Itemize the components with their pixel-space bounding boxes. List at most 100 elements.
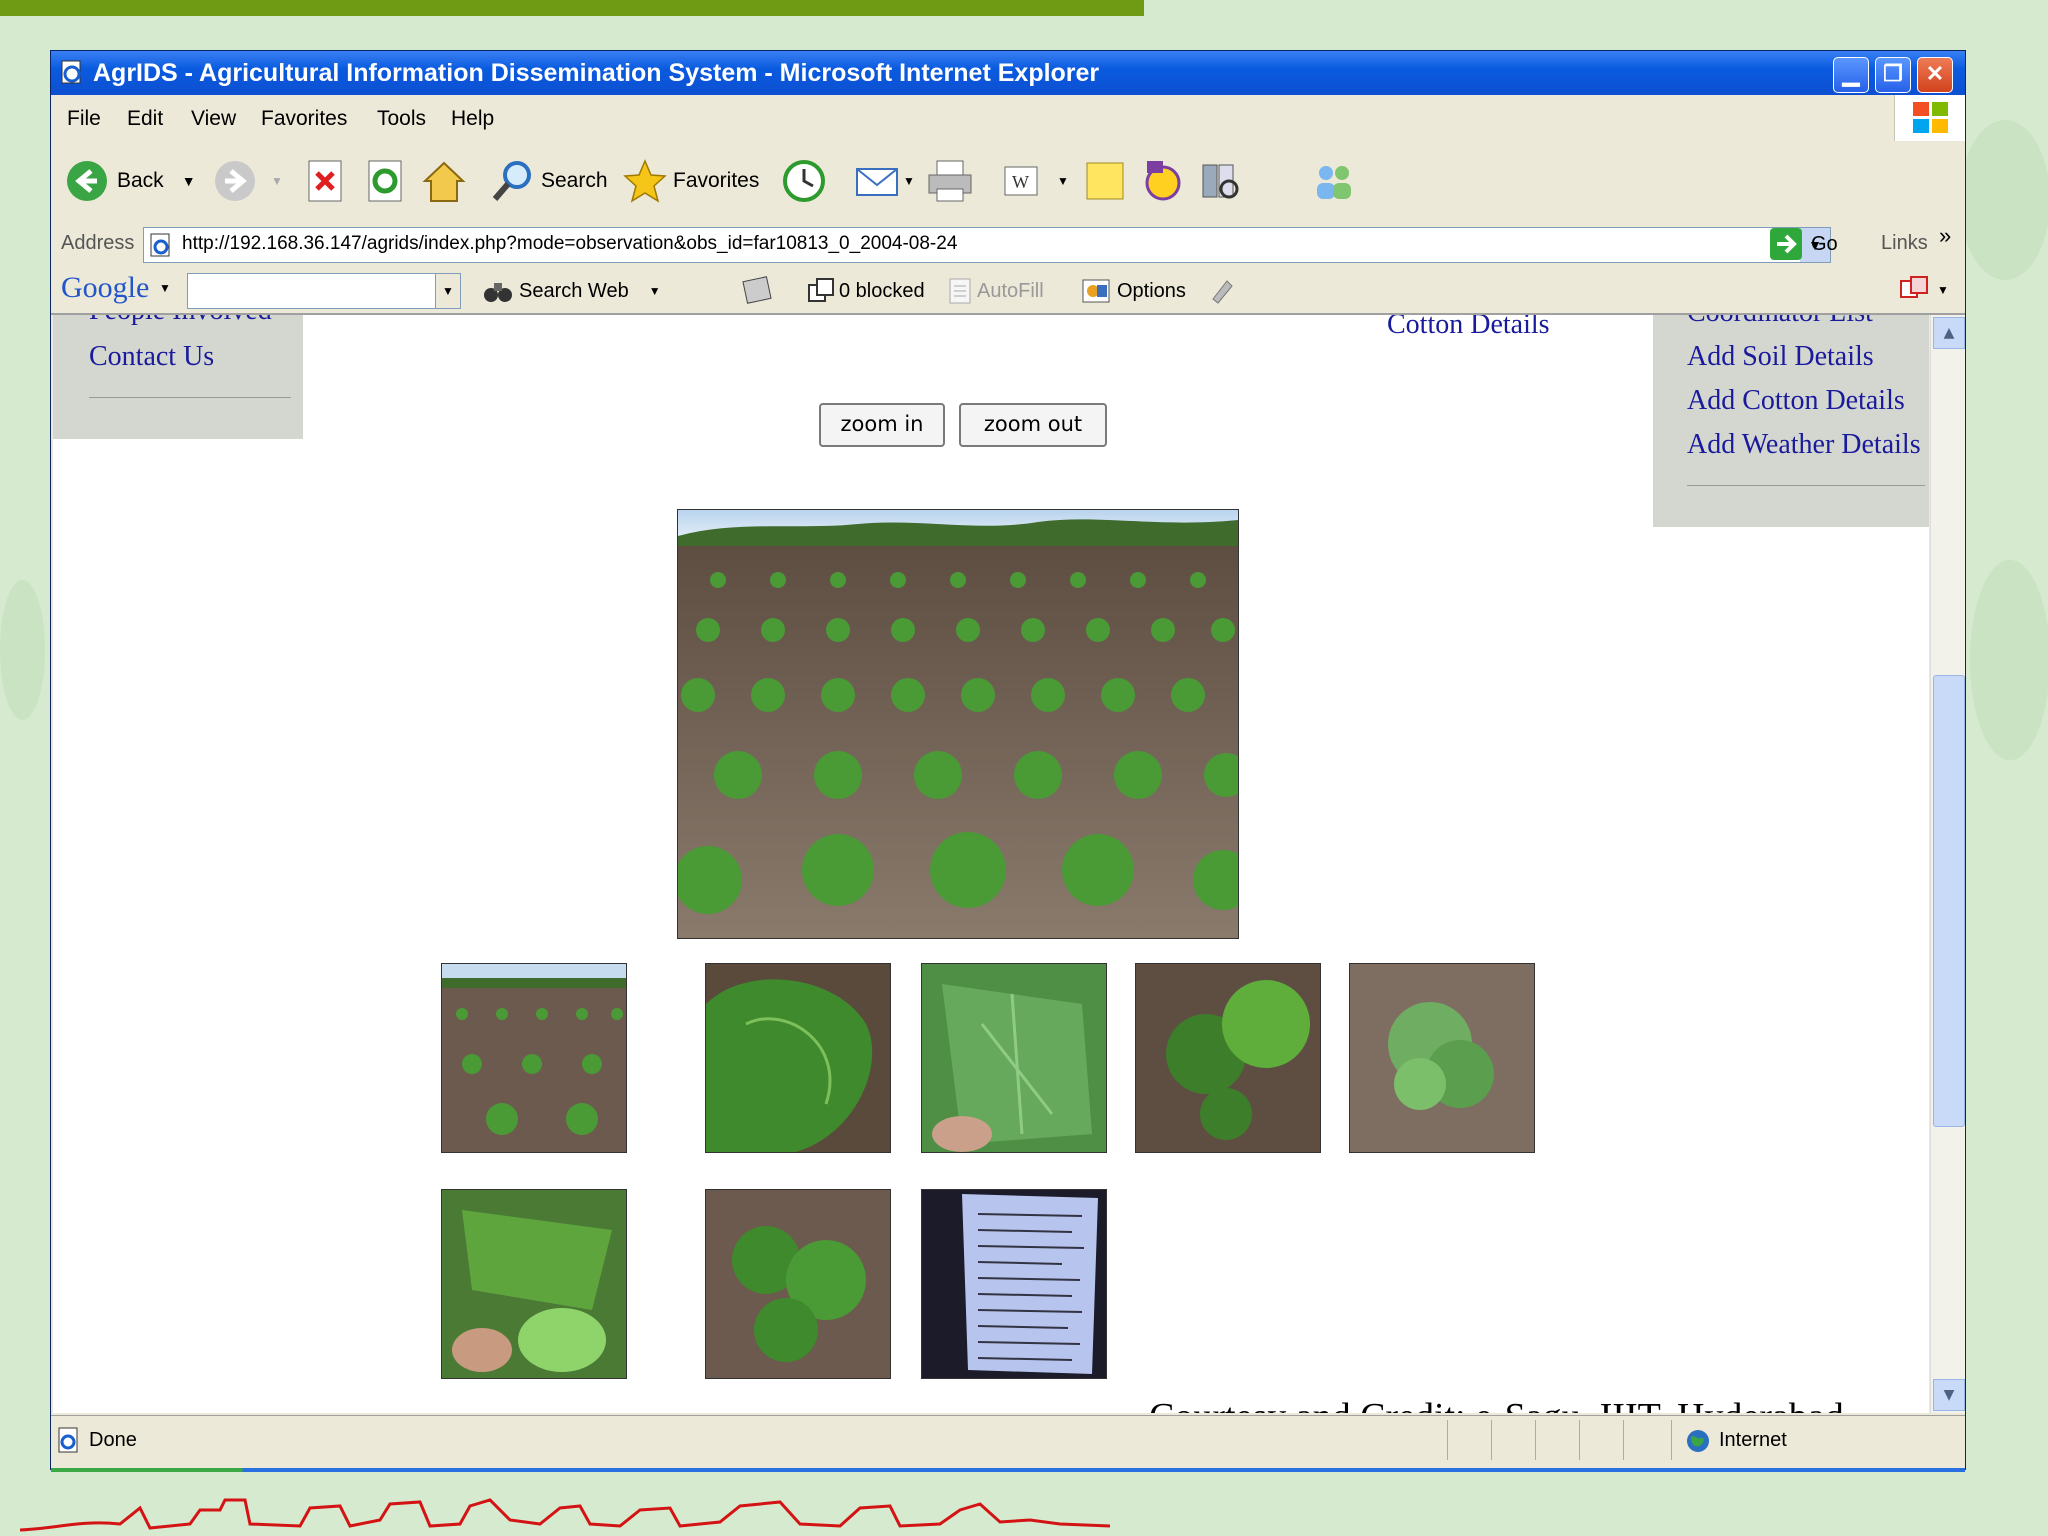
settings-dropdown-icon[interactable]: ▼ [1937, 283, 1949, 297]
nav-add-cotton-details[interactable]: Add Cotton Details [1687, 385, 1905, 417]
zoom-in-button[interactable]: zoom in [819, 403, 945, 447]
menu-favorites[interactable]: Favorites [261, 107, 347, 131]
google-search-input[interactable]: ▼ [187, 273, 461, 309]
thumbnail-7[interactable] [705, 1189, 891, 1379]
nav-contact-us[interactable]: Contact Us [89, 341, 214, 373]
research-button[interactable] [1199, 159, 1243, 203]
status-divider [1579, 1420, 1580, 1460]
print-button[interactable] [927, 159, 973, 203]
minimize-button[interactable]: ▁ [1833, 57, 1869, 93]
menu-file[interactable]: File [67, 107, 101, 131]
mail-icon [856, 168, 898, 196]
leaf-closeup-image [706, 964, 890, 1152]
edit-dropdown-icon[interactable]: ▼ [1057, 174, 1069, 188]
credit-text: Courtesy and Credit: e-Sagu, IIIT, Hyder… [1149, 1395, 1844, 1413]
nav-coordinator-list[interactable]: Coordinator List [1687, 315, 1873, 329]
popup-blocker-button[interactable]: 0 blocked [807, 277, 925, 305]
window-title: AgrIDS - Agricultural Information Dissem… [93, 59, 1100, 87]
forward-button[interactable]: ▼ [213, 159, 283, 203]
boll-in-hand-image [442, 1190, 626, 1378]
discuss-button[interactable] [1083, 159, 1127, 203]
popup-blocker-icon [808, 278, 834, 302]
main-photo [677, 509, 1239, 939]
field-thumbnail-image [442, 964, 626, 1152]
thumbnail-8[interactable] [921, 1189, 1107, 1379]
scroll-thumb[interactable] [1933, 675, 1965, 1127]
menu-view[interactable]: View [191, 107, 236, 131]
right-navigation: Coordinator List Add Soil Details Add Co… [1653, 315, 1929, 527]
menu-edit[interactable]: Edit [127, 107, 163, 131]
vertical-scrollbar[interactable]: ▲ ▼ [1930, 315, 1965, 1413]
research-icon [1202, 164, 1239, 199]
people-icon [1317, 166, 1351, 199]
forward-dropdown-icon[interactable]: ▼ [271, 174, 283, 188]
plant-overhead-image [706, 1190, 890, 1378]
status-divider [1447, 1420, 1448, 1460]
page-content: People Involved Contact Us Cotton Detail… [53, 315, 1929, 1413]
binoculars-icon [484, 283, 512, 302]
nav-people-involved[interactable]: People Involved [89, 315, 272, 327]
thumbnail-1[interactable] [441, 963, 627, 1153]
messenger-button[interactable] [1141, 159, 1185, 203]
links-chevron-icon[interactable]: » [1939, 223, 1951, 249]
cotton-field-image [678, 510, 1238, 938]
restore-button[interactable]: ❐ [1875, 57, 1911, 93]
search-web-label: Search Web [519, 279, 629, 302]
links-label[interactable]: Links [1881, 232, 1928, 255]
menu-bar: File Edit View Favorites Tools Help [51, 95, 1965, 142]
printer-icon [928, 160, 972, 202]
svg-text:W: W [1012, 172, 1029, 192]
google-logo[interactable]: Google [61, 271, 149, 305]
autofill-label: AutoFill [977, 279, 1044, 302]
search-web-dropdown-icon[interactable]: ▼ [649, 284, 661, 298]
search-button[interactable]: Search [491, 159, 608, 203]
google-logo-dropdown-icon[interactable]: ▼ [159, 281, 171, 295]
thumbnail-3[interactable] [921, 963, 1107, 1153]
mail-button[interactable]: ▼ [855, 159, 915, 203]
slide-leaf-decoration [1970, 560, 2048, 760]
windows-logo [1894, 95, 1965, 141]
history-icon [783, 160, 825, 202]
close-button[interactable]: ✕ [1917, 57, 1953, 93]
nav-add-weather-details[interactable]: Add Weather Details [1687, 429, 1921, 461]
thumbnail-4[interactable] [1135, 963, 1321, 1153]
favorites-button[interactable]: Favorites [623, 159, 759, 203]
thumbnail-6[interactable] [441, 1189, 627, 1379]
thumbnail-2[interactable] [705, 963, 891, 1153]
stop-button[interactable] [305, 159, 345, 203]
history-button[interactable] [781, 159, 827, 203]
standard-toolbar: Back ▼ ▼ Search Favorites ▼ W ▼ [51, 141, 1965, 222]
back-dropdown-icon[interactable]: ▼ [182, 173, 196, 189]
status-text: Done [89, 1429, 137, 1451]
search-web-button[interactable]: Search Web ▼ [483, 277, 661, 305]
home-button[interactable] [421, 159, 467, 203]
contacts-button[interactable] [1311, 159, 1357, 203]
highlighter-icon[interactable] [1207, 275, 1237, 305]
go-button[interactable]: Go [1769, 227, 1838, 261]
scroll-down-button[interactable]: ▼ [1933, 1379, 1965, 1411]
options-button[interactable]: Options [1081, 277, 1186, 305]
refresh-button[interactable] [365, 159, 405, 203]
address-input[interactable]: http://192.168.36.147/agrids/index.php?m… [143, 227, 1831, 263]
page-icon [150, 233, 170, 257]
zoom-out-button[interactable]: zoom out [959, 403, 1107, 447]
back-button[interactable]: Back ▼ [65, 159, 196, 203]
back-arrow-icon [67, 161, 107, 201]
toolbar-settings-button[interactable]: ▼ [1899, 275, 1949, 305]
scroll-up-button[interactable]: ▲ [1933, 317, 1965, 349]
ie-page-icon [61, 60, 81, 84]
observation-sheet-image [922, 1190, 1106, 1378]
home-icon [422, 161, 466, 202]
menu-help[interactable]: Help [451, 107, 494, 131]
edit-button[interactable]: W ▼ [999, 159, 1069, 203]
thumbnail-5[interactable] [1349, 963, 1535, 1153]
news-icon[interactable] [741, 275, 773, 305]
menu-tools[interactable]: Tools [377, 107, 426, 131]
autofill-button[interactable]: AutoFill [947, 277, 1044, 305]
google-search-dropdown-icon[interactable]: ▼ [435, 274, 460, 308]
google-toolbar: Google ▼ ▼ Search Web ▼ 0 blocked AutoFi… [51, 267, 1965, 315]
mail-dropdown-icon[interactable]: ▼ [903, 174, 915, 188]
address-bar: Address http://192.168.36.147/agrids/ind… [51, 221, 1965, 268]
nav-cotton-details[interactable]: Cotton Details [1387, 315, 1550, 341]
nav-add-soil-details[interactable]: Add Soil Details [1687, 341, 1874, 373]
